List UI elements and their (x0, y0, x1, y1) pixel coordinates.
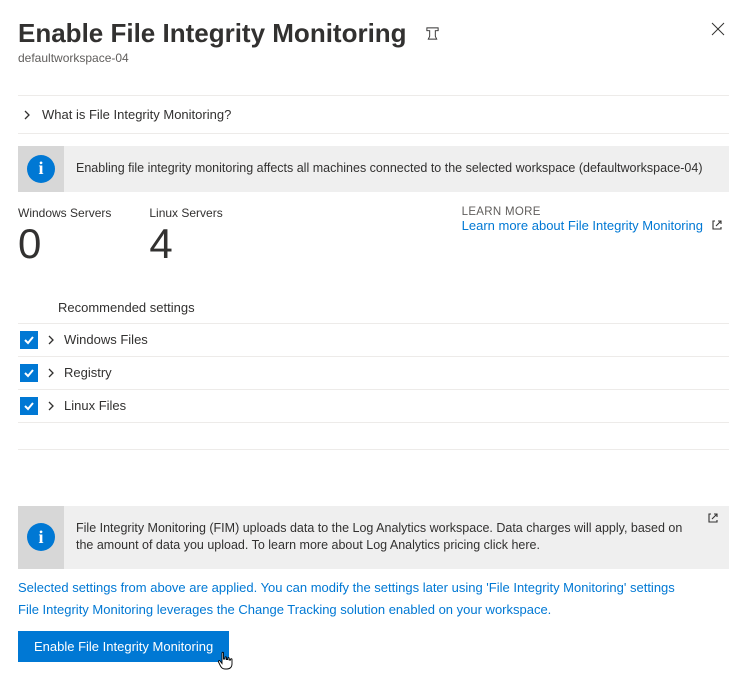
page-title: Enable File Integrity Monitoring (18, 18, 407, 49)
footer-note-1: Selected settings from above are applied… (18, 577, 729, 599)
what-is-fim-expander[interactable]: What is File Integrity Monitoring? (18, 95, 729, 134)
setting-row-registry[interactable]: Registry (18, 357, 729, 390)
chevron-right-icon (46, 401, 56, 411)
checkbox-checked[interactable] (20, 397, 38, 415)
header: Enable File Integrity Monitoring default… (18, 18, 729, 65)
setting-label: Registry (64, 365, 112, 380)
recommended-settings-heading: Recommended settings (18, 300, 729, 323)
pin-icon[interactable] (421, 22, 444, 45)
setting-row-linux-files[interactable]: Linux Files (18, 390, 729, 423)
setting-label: Linux Files (64, 398, 126, 413)
info-text: Enabling file integrity monitoring affec… (64, 146, 729, 192)
close-button[interactable] (707, 18, 729, 40)
stat-linux-servers: Linux Servers 4 (149, 206, 222, 266)
setting-row-windows-files[interactable]: Windows Files (18, 324, 729, 357)
cursor-hand-icon (215, 650, 235, 672)
info-bar-workspace: i Enabling file integrity monitoring aff… (18, 146, 729, 192)
footer-note-2: File Integrity Monitoring leverages the … (18, 599, 729, 621)
info-bar-pricing: i File Integrity Monitoring (FIM) upload… (18, 506, 729, 569)
chevron-right-icon (46, 368, 56, 378)
external-link-icon (711, 219, 723, 231)
stat-windows-servers: Windows Servers 0 (18, 206, 111, 266)
info-icon: i (27, 523, 55, 551)
chevron-right-icon (22, 110, 32, 120)
enable-fim-button[interactable]: Enable File Integrity Monitoring (18, 631, 229, 662)
chevron-right-icon (46, 335, 56, 345)
pricing-external-link[interactable] (701, 506, 729, 569)
learn-more: LEARN MORE Learn more about File Integri… (462, 206, 729, 233)
workspace-name: defaultworkspace-04 (18, 51, 444, 65)
setting-label: Windows Files (64, 332, 148, 347)
stats-row: Windows Servers 0 Linux Servers 4 LEARN … (18, 206, 729, 266)
checkbox-checked[interactable] (20, 331, 38, 349)
info-icon: i (27, 155, 55, 183)
learn-more-link[interactable]: Learn more about File Integrity Monitori… (462, 218, 723, 233)
expander-label: What is File Integrity Monitoring? (42, 107, 231, 122)
info-text: File Integrity Monitoring (FIM) uploads … (64, 506, 701, 569)
checkbox-checked[interactable] (20, 364, 38, 382)
settings-list: Windows Files Registry Linux Files (18, 323, 729, 423)
